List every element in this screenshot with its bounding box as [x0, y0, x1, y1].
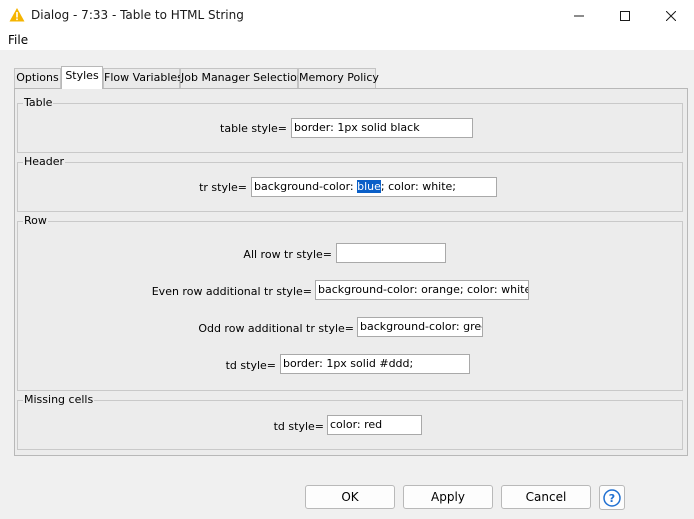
- cancel-button[interactable]: Cancel: [501, 485, 591, 509]
- tab-options[interactable]: Options: [14, 68, 61, 88]
- tab-flow-variables[interactable]: Flow Variables: [103, 68, 183, 88]
- app-warning-icon: [9, 7, 25, 23]
- group-table-title: Table: [23, 96, 54, 109]
- header-tr-style-text-before: background-color:: [254, 180, 358, 193]
- table-style-field[interactable]: border: 1px solid black: [291, 118, 473, 138]
- menu-bar: File: [0, 31, 694, 50]
- close-icon: [666, 10, 676, 21]
- all-row-tr-style-field[interactable]: [336, 243, 446, 263]
- maximize-icon: [620, 10, 630, 21]
- header-tr-style-text-after: ; color: white;: [380, 180, 457, 193]
- tab-styles[interactable]: Styles: [61, 66, 103, 89]
- even-row-tr-style-label: Even row additional tr style=: [151, 285, 312, 298]
- missing-td-style-field[interactable]: color: red: [327, 415, 422, 435]
- all-row-tr-style-label: All row tr style=: [243, 248, 332, 261]
- svg-text:?: ?: [609, 492, 615, 505]
- odd-row-tr-style-label: Odd row additional tr style=: [198, 322, 354, 335]
- odd-row-tr-style-field[interactable]: background-color: green;: [357, 317, 483, 337]
- maximize-button[interactable]: [602, 0, 648, 31]
- header-tr-style-label: tr style=: [199, 181, 247, 194]
- even-row-tr-style-field[interactable]: background-color: orange; color: white;: [315, 280, 529, 300]
- tab-memory-policy[interactable]: Memory Policy: [298, 68, 379, 88]
- group-row-title: Row: [23, 214, 48, 227]
- close-button[interactable]: [648, 0, 694, 31]
- tab-job-manager-selection[interactable]: Job Manager Selection: [180, 68, 304, 88]
- group-missing-cells-title: Missing cells: [23, 393, 95, 406]
- title-bar: Dialog - 7:33 - Table to HTML String: [0, 0, 694, 31]
- missing-td-style-label: td style=: [273, 420, 324, 433]
- minimize-button[interactable]: [556, 0, 602, 31]
- group-header-title: Header: [23, 155, 66, 168]
- row-td-style-label: td style=: [225, 359, 276, 372]
- apply-button[interactable]: Apply: [403, 485, 493, 509]
- window-title: Dialog - 7:33 - Table to HTML String: [31, 8, 244, 22]
- row-td-style-field[interactable]: border: 1px solid #ddd;: [280, 354, 470, 374]
- header-tr-style-field[interactable]: background-color: blue; color: white;: [251, 177, 497, 197]
- header-tr-style-selection: blue: [357, 180, 381, 193]
- minimize-icon: [574, 15, 584, 16]
- help-icon: ?: [603, 488, 621, 507]
- help-button[interactable]: ?: [599, 485, 625, 510]
- ok-button[interactable]: OK: [305, 485, 395, 509]
- table-style-label: table style=: [220, 122, 287, 135]
- menu-file[interactable]: File: [8, 33, 28, 47]
